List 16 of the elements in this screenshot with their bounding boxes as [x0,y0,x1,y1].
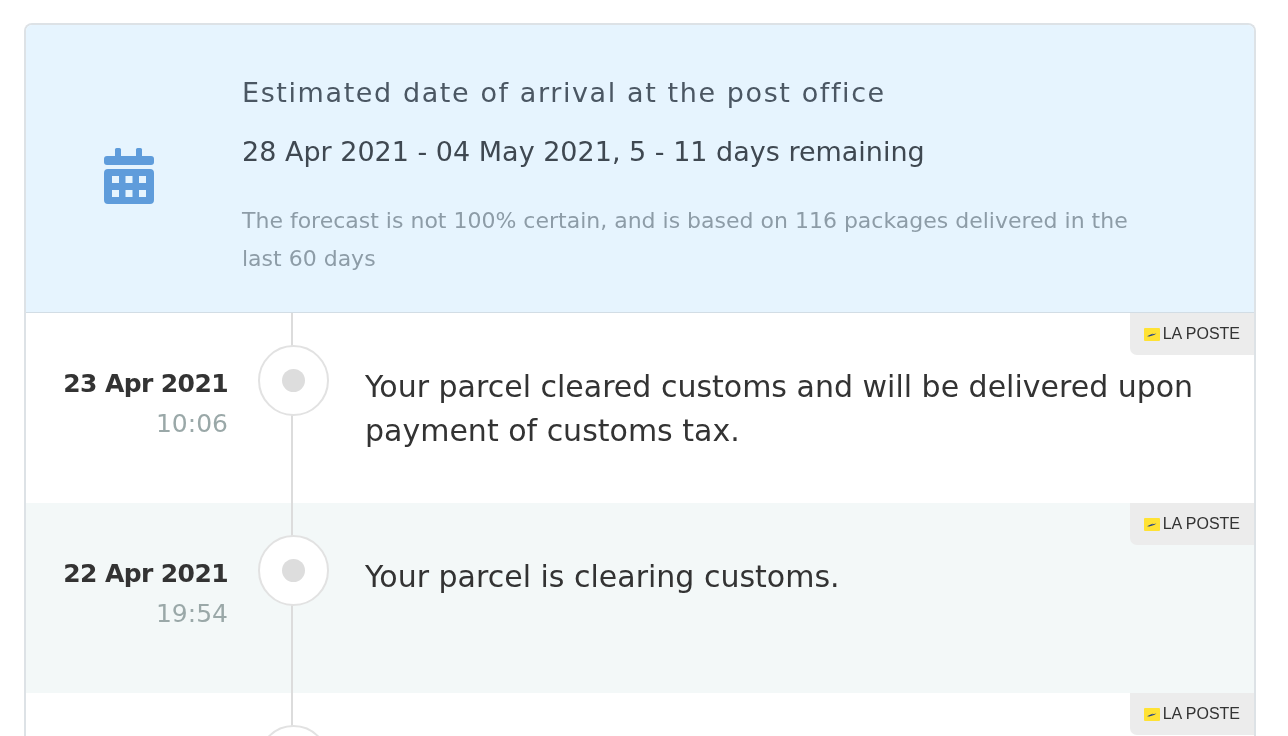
event-time: 19:54 [154,598,228,630]
event-time: 10:06 [154,408,228,440]
event-date: 23 Apr 2021 [62,368,228,400]
event-description: Your parcel cleared customs and will be delivered upon payment of customs tax. [365,368,1195,450]
carrier-name: LA POSTE [1162,515,1240,533]
calendar-icon [104,147,154,204]
carrier-logo-icon [1143,517,1160,531]
forecast-note: The forecast is not 100% certain, and is based on 116 packages delivered in the last 60 days [242,207,1129,273]
carrier-logo-icon [1143,327,1160,341]
event-date: 22 Apr 2021 [62,558,228,590]
forecast-title: Estimated date of arrival at the post office [242,76,887,110]
carrier-logo-icon [1143,707,1160,721]
event-description: Your parcel is clearing customs. [365,558,841,596]
arrival-date-range: 28 Apr 2021 - 04 May 2021, 5 - 11 days remaining [242,135,926,169]
carrier-name: LA POSTE [1162,325,1240,343]
carrier-name: LA POSTE [1162,705,1240,723]
